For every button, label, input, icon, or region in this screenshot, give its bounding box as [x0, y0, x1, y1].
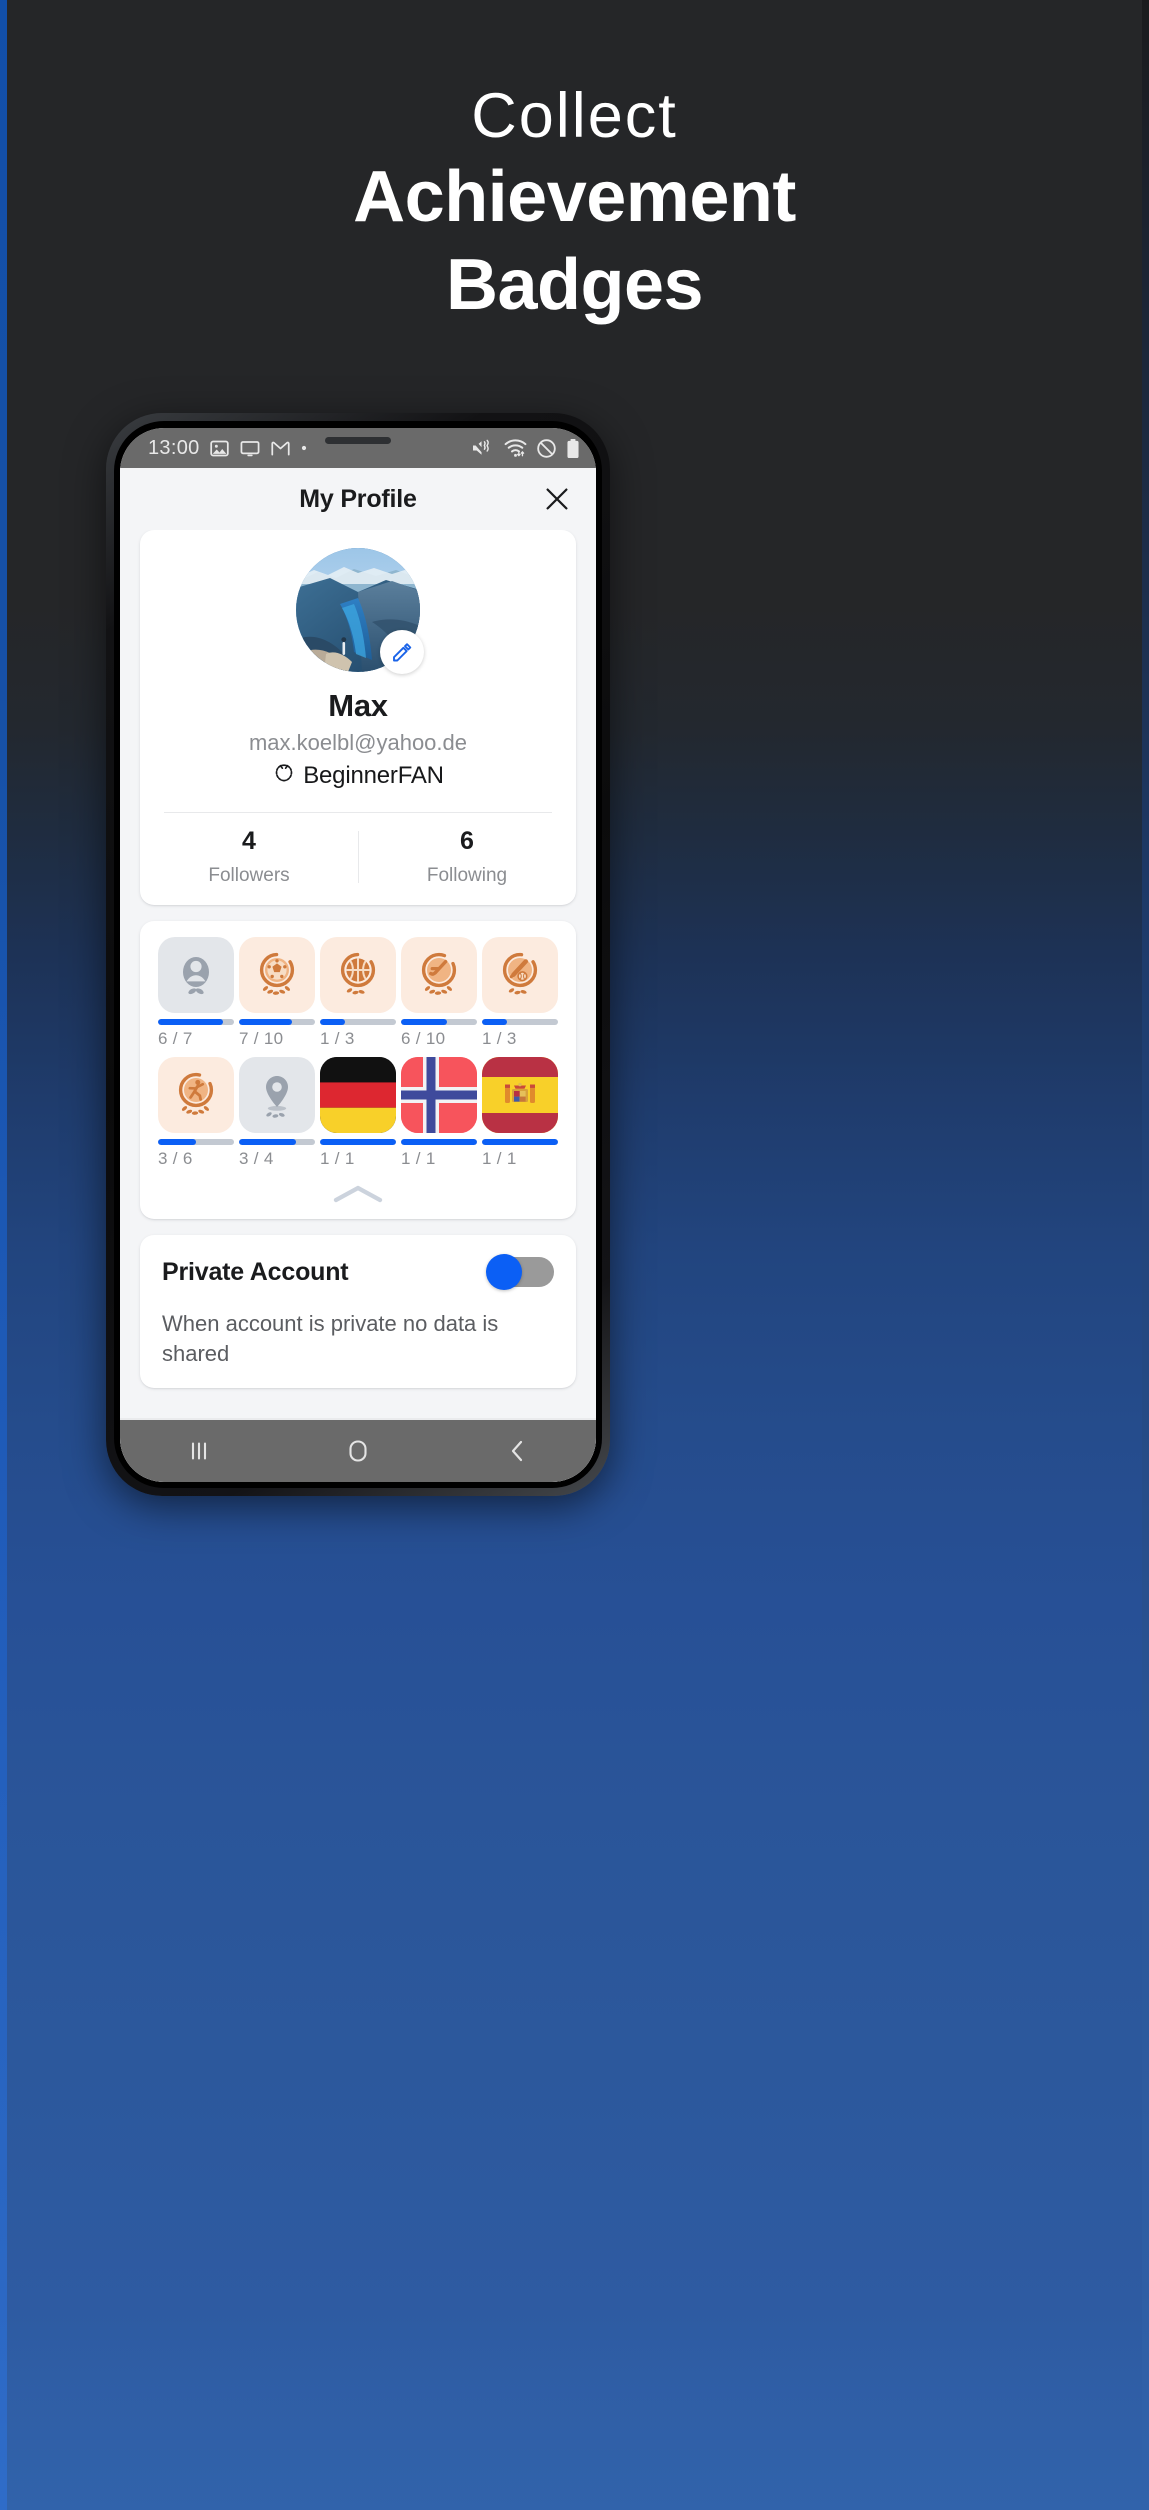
- badge-progress-label: 3 / 4: [239, 1149, 274, 1168]
- private-account-toggle[interactable]: [486, 1254, 554, 1290]
- headline-line-2: Achievement: [353, 157, 796, 238]
- badge-row: 3 / 6 3 / 4 1 / 1 1 / 1 1 / 1: [158, 1057, 558, 1169]
- person-badge-icon: [158, 937, 234, 1013]
- badges-scrollbar[interactable]: [582, 939, 590, 1091]
- badge-progress-bar: [320, 1139, 396, 1145]
- flag-germany-icon: [320, 1057, 396, 1133]
- basketball-badge-icon: [320, 937, 396, 1013]
- app-content: My Profile Max max.koelbl@yahoo.de Begin…: [120, 468, 596, 1482]
- phone-mockup: 13:00 My Profile Max max.koelbl@yahoo.de…: [106, 413, 610, 1496]
- profile-name: Max: [328, 688, 388, 723]
- status-bar-right: [471, 438, 580, 459]
- profile-email: max.koelbl@yahoo.de: [248, 730, 467, 755]
- right-edge-accent: [1142, 0, 1149, 2510]
- badge-progress-label: 6 / 7: [158, 1029, 193, 1048]
- mute-vibrate-icon: [471, 438, 495, 458]
- battery-icon: [566, 438, 580, 459]
- close-icon[interactable]: [540, 482, 574, 516]
- flag-spain-icon: [482, 1057, 558, 1133]
- status-bar-clock: 13:00: [148, 436, 200, 459]
- profile-stats: 4 Followers 6 Following: [140, 813, 576, 905]
- page-title: My Profile: [299, 484, 417, 513]
- phone-earpiece: [325, 437, 391, 444]
- status-bar: 13:00: [120, 428, 596, 468]
- flag-norway-icon: [401, 1057, 477, 1133]
- badge-item[interactable]: 1 / 3: [482, 937, 558, 1049]
- private-account-card: Private Account When account is private …: [140, 1235, 576, 1389]
- badge-progress-bar: [239, 1139, 315, 1145]
- android-nav-bar: [120, 1420, 596, 1482]
- stat-followers[interactable]: 4 Followers: [140, 827, 358, 887]
- badge-progress-bar: [239, 1019, 315, 1025]
- poster-headline: Collect Achievement Badges: [0, 84, 1149, 330]
- badge-item[interactable]: 6 / 7: [158, 937, 234, 1049]
- private-account-title: Private Account: [162, 1257, 349, 1286]
- profile-rank: BeginnerFAN: [140, 761, 576, 790]
- badge-item[interactable]: 3 / 6: [158, 1057, 234, 1169]
- badge-progress-label: 1 / 1: [401, 1149, 436, 1168]
- poster-background: Collect Achievement Badges 13:00 My Prof…: [0, 0, 1149, 2510]
- badge-progress-label: 7 / 10: [239, 1029, 284, 1048]
- phone-screen: 13:00 My Profile Max max.koelbl@yahoo.de…: [120, 428, 596, 1482]
- pencil-icon[interactable]: [380, 630, 424, 674]
- gmail-icon: [270, 438, 291, 459]
- badges-card: 6 / 7 7 / 10 1 / 3 6 / 10 1 / 3 3 / 6 3 …: [140, 921, 590, 1219]
- photo-icon: [209, 438, 230, 459]
- left-edge-accent: [0, 0, 7, 2510]
- private-account-row: Private Account: [162, 1254, 554, 1290]
- badge-progress-bar: [482, 1139, 558, 1145]
- badge-item[interactable]: 1 / 1: [401, 1057, 477, 1169]
- profile-card: Max max.koelbl@yahoo.de BeginnerFAN 4 Fo…: [140, 530, 576, 905]
- stat-label: Followers: [208, 865, 290, 886]
- athlete-badge-icon: [158, 1057, 234, 1133]
- badge-progress-label: 1 / 3: [320, 1029, 355, 1048]
- badge-item[interactable]: 1 / 3: [320, 937, 396, 1049]
- private-account-description: When account is private no data is share…: [162, 1311, 499, 1366]
- badge-progress-label: 1 / 1: [482, 1149, 517, 1168]
- badge-progress-bar: [158, 1139, 234, 1145]
- badge-progress-bar: [401, 1019, 477, 1025]
- phone-bezel: 13:00 My Profile Max max.koelbl@yahoo.de…: [114, 421, 602, 1488]
- laurel-wreath-icon: [272, 761, 296, 790]
- status-bar-left: 13:00: [148, 437, 308, 460]
- location-pin-badge-icon: [239, 1057, 315, 1133]
- badge-progress-bar: [482, 1019, 558, 1025]
- headline-line-1: Collect: [471, 81, 678, 151]
- hockey-badge-icon: [401, 937, 477, 1013]
- dot-icon: [300, 444, 308, 452]
- back-icon[interactable]: [437, 1437, 596, 1465]
- stat-value: 4: [242, 827, 256, 855]
- badge-item[interactable]: 3 / 4: [239, 1057, 315, 1169]
- recents-icon[interactable]: [120, 1438, 279, 1464]
- badge-item[interactable]: 7 / 10: [239, 937, 315, 1049]
- wifi-icon: [504, 438, 527, 458]
- chevron-up-icon[interactable]: [158, 1177, 558, 1211]
- stat-value: 6: [460, 827, 474, 855]
- do-not-disturb-icon: [536, 438, 557, 459]
- badge-progress-bar: [158, 1019, 234, 1025]
- badge-progress-bar: [320, 1019, 396, 1025]
- badge-item[interactable]: 1 / 1: [320, 1057, 396, 1169]
- badge-progress-label: 6 / 10: [401, 1029, 446, 1048]
- stat-label: Following: [426, 865, 508, 886]
- badge-item[interactable]: 6 / 10: [401, 937, 477, 1049]
- soccer-badge-icon: [239, 937, 315, 1013]
- baseball-badge-icon: [482, 937, 558, 1013]
- cast-screen-icon: [239, 438, 261, 459]
- headline-line-3: Badges: [445, 245, 704, 326]
- badge-progress-bar: [401, 1139, 477, 1145]
- app-header: My Profile: [120, 468, 596, 530]
- badge-item[interactable]: 1 / 1: [482, 1057, 558, 1169]
- badge-progress-label: 1 / 3: [482, 1029, 517, 1048]
- avatar-wrapper[interactable]: [296, 548, 424, 674]
- badge-progress-label: 1 / 1: [320, 1149, 355, 1168]
- stat-following[interactable]: 6 Following: [358, 827, 576, 887]
- badge-progress-label: 3 / 6: [158, 1149, 193, 1168]
- profile-rank-label: BeginnerFAN: [303, 761, 444, 789]
- home-icon[interactable]: [279, 1437, 438, 1465]
- badge-row: 6 / 7 7 / 10 1 / 3 6 / 10 1 / 3: [158, 937, 558, 1049]
